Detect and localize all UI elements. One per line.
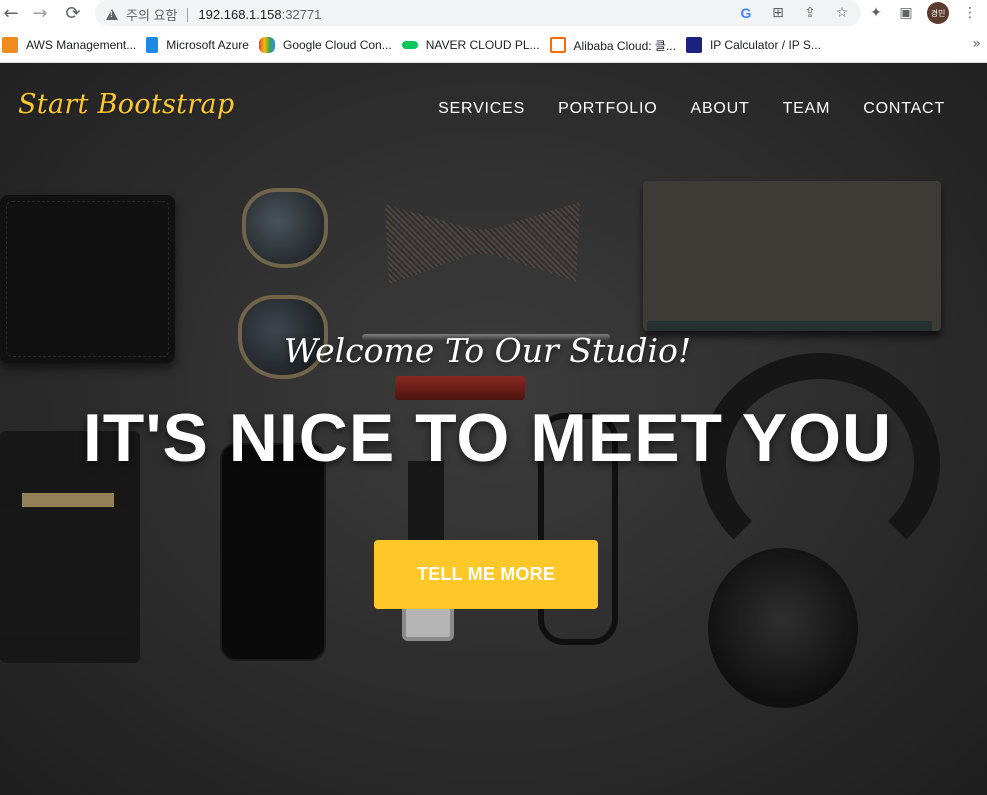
reload-icon[interactable]: ⟳ — [62, 2, 84, 24]
url-port[interactable]: :32771 — [282, 7, 322, 22]
nav-link-services[interactable]: SERVICES — [438, 100, 525, 118]
naver-cloud-icon — [401, 41, 418, 49]
page-viewport: Start Bootstrap SERVICES PORTFOLIO ABOUT… — [0, 63, 987, 795]
nav-link-about[interactable]: ABOUT — [690, 100, 749, 118]
google-icon[interactable]: G — [737, 4, 755, 22]
hero-subheading: Welcome To Our Studio! — [283, 331, 692, 370]
bookmark-alibaba[interactable]: Alibaba Cloud: 클... — [548, 32, 684, 58]
bookmark-label: Google Cloud Con... — [282, 38, 392, 52]
address-bar[interactable]: 주의 요함 192.168.1.158:32771 G ⊞ ⇪ ☆ — [95, 0, 861, 26]
browser-toolbar: ← → ⟳ 주의 요함 192.168.1.158:32771 G ⊞ ⇪ ☆ … — [0, 0, 987, 27]
extensions-icon[interactable]: ✦ — [867, 4, 885, 22]
bookmark-ip-calculator[interactable]: IP Calculator / IP S... — [684, 32, 829, 58]
warning-icon[interactable] — [106, 9, 118, 20]
site-brand-logo[interactable]: Start Bootstrap — [18, 89, 234, 120]
back-arrow-icon[interactable]: ← — [0, 2, 22, 24]
hero-heading: IT'S NICE TO MEET YOU — [82, 400, 893, 476]
nav-link-portfolio[interactable]: PORTFOLIO — [558, 100, 657, 118]
address-separator — [187, 7, 189, 22]
nav-link-team[interactable]: TEAM — [783, 100, 831, 118]
nav-menu: SERVICES PORTFOLIO ABOUT TEAM CONTACT — [438, 100, 945, 118]
bookmark-azure[interactable]: Microsoft Azure — [144, 32, 257, 58]
azure-icon — [146, 37, 159, 53]
ip-calculator-icon — [685, 37, 702, 53]
more-vert-icon[interactable]: ⋮ — [961, 4, 979, 22]
bookmark-aws[interactable]: AWS Management... — [0, 32, 144, 58]
forward-arrow-icon[interactable]: → — [29, 2, 51, 24]
bookmark-label: NAVER CLOUD PL... — [425, 38, 540, 52]
bookmark-gcp[interactable]: Google Cloud Con... — [257, 32, 400, 58]
aws-icon — [2, 37, 18, 53]
bookmark-label: Alibaba Cloud: 클... — [573, 38, 676, 53]
gcp-icon — [258, 37, 275, 53]
tell-me-more-button[interactable]: TELL ME MORE — [374, 540, 598, 609]
bookmark-label: IP Calculator / IP S... — [709, 38, 821, 52]
url-host[interactable]: 192.168.1.158 — [198, 7, 281, 22]
profile-avatar[interactable]: 경민 — [927, 2, 949, 24]
translate-icon[interactable]: ⊞ — [769, 4, 787, 22]
nav-link-contact[interactable]: CONTACT — [863, 100, 945, 118]
bookmarks-overflow-icon[interactable]: » — [972, 36, 981, 52]
bookmarks-bar: AWS Management... Microsoft Azure Google… — [0, 30, 987, 60]
bookmark-label: AWS Management... — [26, 38, 137, 52]
share-icon[interactable]: ⇪ — [801, 4, 819, 22]
side-panel-icon[interactable]: ▣ — [897, 4, 915, 22]
bookmark-naver-cloud[interactable]: NAVER CLOUD PL... — [400, 32, 548, 58]
alibaba-icon — [549, 37, 566, 53]
security-label[interactable]: 주의 요함 — [126, 5, 177, 24]
site-navbar: Start Bootstrap SERVICES PORTFOLIO ABOUT… — [0, 63, 987, 155]
star-icon[interactable]: ☆ — [833, 4, 851, 22]
bookmark-label: Microsoft Azure — [166, 38, 249, 52]
